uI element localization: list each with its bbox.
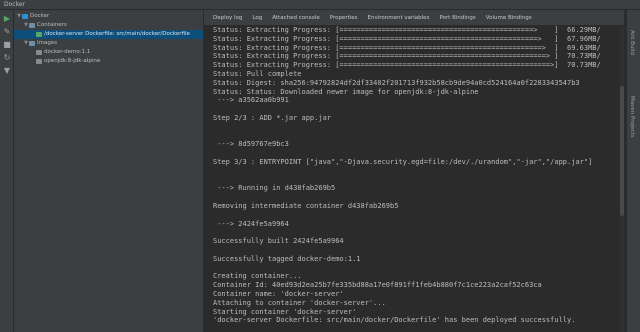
console-line: Container name: 'docker-server': [213, 289, 344, 298]
tree-item-label: /docker-server Dockerfile: src/main/dock…: [44, 31, 190, 37]
tree-item-label: Docker: [30, 13, 50, 19]
window-title: Docker: [4, 1, 26, 8]
console-line: Step 3/3 : ENTRYPOINT ["java","-Djava.se…: [213, 157, 593, 166]
tree-item-docker-server[interactable]: /docker-server Dockerfile: src/main/dock…: [14, 30, 203, 39]
docker-icon: [22, 14, 28, 19]
folder-icon: [29, 41, 35, 46]
tab-log[interactable]: Log: [247, 10, 267, 26]
refresh-icon[interactable]: ↻: [2, 52, 12, 62]
console-line: Creating container...: [213, 272, 302, 281]
folder-icon: [29, 23, 35, 28]
edit-icon[interactable]: ✎: [2, 26, 12, 36]
console-line: Status: Extracting Progress: [==========…: [213, 52, 601, 61]
console-line: ---> Running in d438fab269b5: [213, 184, 336, 193]
console-line: Attaching to container 'docker-server'..…: [213, 298, 386, 307]
tree-item-image-docker-demo[interactable]: docker-demo:1.1: [14, 48, 203, 57]
tree-item-label: Containers: [37, 22, 67, 28]
console-line: Status: Extracting Progress: [==========…: [213, 61, 601, 70]
tab-properties[interactable]: Properties: [325, 10, 363, 26]
console-scrollbar[interactable]: [620, 26, 624, 332]
console-line: ---> 8d59767e9bc3: [213, 140, 289, 149]
console-line: Removing intermediate container d438fab2…: [213, 201, 399, 210]
console-line: ---> a3562aa0b991: [213, 96, 289, 105]
container-icon: [36, 32, 42, 37]
console-line: Status: Extracting Progress: [==========…: [213, 26, 601, 34]
ant-build-tab[interactable]: Ant Build: [629, 30, 635, 55]
tree-item-containers[interactable]: ▼ Containers: [14, 21, 203, 30]
console-line: Status: Status: Downloaded newer image f…: [213, 87, 479, 96]
console-line: Starting container 'docker-server': [213, 307, 357, 316]
tree-item-label: Images: [37, 40, 58, 46]
tree-item-docker[interactable]: ▼ Docker: [14, 12, 203, 21]
tree-item-label: openjdk:8-jdk-alpine: [44, 58, 101, 64]
tree-item-image-openjdk[interactable]: openjdk:8-jdk-alpine: [14, 57, 203, 66]
docker-toolbar: ▶ ✎ ■ ↻ ▼: [0, 10, 14, 332]
console-line: Step 2/3 : ADD *.jar app.jar: [213, 113, 332, 122]
tool-window-title: Docker: [0, 0, 640, 10]
tab-environment-variables[interactable]: Environment variables: [363, 10, 435, 26]
console-line: 'docker-server Dockerfile: src/main/dock…: [213, 316, 576, 325]
image-icon: [36, 50, 42, 55]
container-tabs: Deploy log Log Attached console Properti…: [204, 10, 624, 26]
console-line: Status: Extracting Progress: [==========…: [213, 43, 601, 52]
console-line: ---> 2424fe5a9964: [213, 219, 289, 228]
tab-deploy-log[interactable]: Deploy log: [208, 10, 247, 26]
filter-icon[interactable]: ▼: [2, 65, 12, 75]
console-line: Status: Pull complete: [213, 69, 302, 78]
tab-port-bindings[interactable]: Port Bindings: [434, 10, 480, 26]
tab-attached-console[interactable]: Attached console: [267, 10, 325, 26]
maven-projects-tab[interactable]: Maven Projects: [629, 96, 635, 138]
deploy-icon[interactable]: ▶: [2, 13, 12, 23]
console-line: Successfully built 2424fe5a9964: [213, 237, 344, 246]
console-line: Successfully tagged docker-demo:1.1: [213, 254, 361, 263]
tree-item-label: docker-demo:1.1: [44, 49, 91, 55]
stop-icon[interactable]: ■: [2, 39, 12, 49]
scrollbar-thumb[interactable]: [620, 86, 624, 216]
tree-item-images[interactable]: ▼ Images: [14, 39, 203, 48]
docker-tree: ▼ Docker ▼ Containers /docker-server Doc…: [14, 10, 204, 332]
deploy-log-console[interactable]: Status: Extracting Progress: [==========…: [204, 26, 626, 332]
image-icon: [36, 59, 42, 64]
tab-volume-bindings[interactable]: Volume Bindings: [481, 10, 537, 26]
console-line: Container Id: 40ed93d2ea25b7fe335bd88a17…: [213, 281, 542, 290]
right-tool-strip: Ant Build Maven Projects: [626, 10, 640, 332]
console-line: Status: Digest: sha256:94792824df2df3340…: [213, 78, 580, 87]
console-line: Status: Extracting Progress: [==========…: [213, 34, 601, 43]
